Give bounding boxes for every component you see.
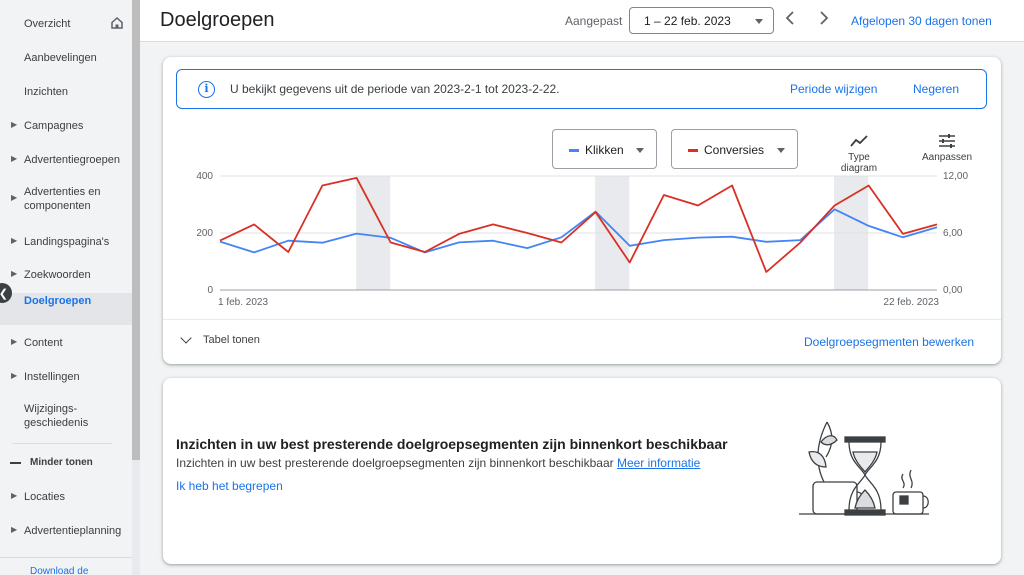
metric-select-conversions-value: Conversies <box>704 143 765 157</box>
sidebar-item[interactable]: Inzichten <box>0 82 132 102</box>
tune-icon <box>939 134 955 148</box>
date-mode-label: Aangepast <box>565 14 623 28</box>
sidebar-item[interactable]: ▶ Instellingen <box>0 367 132 387</box>
info-banner-text: U bekijkt gegevens uit de periode van 20… <box>230 82 560 96</box>
sidebar-item[interactable]: ▶ Campagnes <box>0 116 132 136</box>
metric-select-clicks-value: Klikken <box>585 143 624 157</box>
sidebar-item[interactable]: ▶ Zoekwoorden <box>0 265 132 285</box>
home-icon[interactable] <box>110 16 124 30</box>
page-header: Doelgroepen Aangepast 1 – 22 feb. 2023 A… <box>140 0 1024 42</box>
expand-arrow-icon: ▶ <box>11 371 18 380</box>
sidebar-item[interactable]: ▶ Content <box>0 333 132 353</box>
sidebar-item-label: Locaties <box>24 491 65 503</box>
date-range-value: 1 – 22 feb. 2023 <box>644 14 731 28</box>
sidebar-item-label: Landingspagina's <box>24 236 110 248</box>
sidebar-item-label: Zoekwoorden <box>24 269 91 281</box>
sidebar-item-label: Advertentieplanning <box>24 525 122 537</box>
clicks-legend-swatch <box>569 149 579 152</box>
performance-chart-card: i U bekijkt gegevens uit de periode van … <box>163 57 1001 364</box>
sidebar-divider <box>12 443 112 444</box>
page-title: Doelgroepen <box>160 9 275 31</box>
sidebar-item-label: Aanbevelingen <box>24 52 97 64</box>
sidebar-item-label: Advertenties en componenten <box>24 186 101 212</box>
sidebar-item[interactable]: ▶ Advertenties en componenten <box>0 184 132 214</box>
sidebar-item[interactable]: Aanbevelingen <box>0 48 132 68</box>
line-chart-icon <box>850 135 868 147</box>
y-left-tick-label: 200 <box>196 228 213 239</box>
sidebar-item[interactable]: ▶ Advertentiegroepen <box>0 150 132 170</box>
edit-segments-button[interactable]: Doelgroepsegmenten bewerken <box>804 335 974 349</box>
expand-arrow-icon: ▶ <box>11 525 18 534</box>
sidebar-item[interactable]: Wijzigings-geschiedenis <box>0 401 132 431</box>
chevron-right-icon <box>820 11 829 25</box>
sidebar: Overzicht Aanbevelingen Inzichten ▶ Campagne… <box>0 0 132 575</box>
hourglass-illustration <box>799 421 929 516</box>
customize-label: Aanpassen <box>921 152 973 163</box>
expand-arrow-icon: ▶ <box>11 269 18 278</box>
last-30-days-link[interactable]: Afgelopen 30 dagen tonen <box>851 14 992 28</box>
expand-arrow-icon: ▶ <box>11 154 18 163</box>
expand-arrow-icon: ▶ <box>11 491 18 500</box>
y-right-tick-label: 12,00 <box>943 171 968 182</box>
series-line-klikken <box>219 208 938 254</box>
sidebar-item-label: Doelgroepen <box>24 295 92 307</box>
y-right-tick-label: 0,00 <box>943 285 963 296</box>
y-left-tick-label: 0 <box>207 285 213 296</box>
sidebar-item-label: Inzichten <box>24 86 69 98</box>
previous-period-button[interactable] <box>785 10 795 29</box>
metric-select-conversions[interactable]: Conversies <box>671 129 798 169</box>
got-it-button[interactable]: Ik heb het begrepen <box>176 479 283 493</box>
info-icon: i <box>198 81 215 98</box>
sidebar-bottom-divider <box>0 557 132 558</box>
expand-arrow-icon: ▶ <box>11 193 18 202</box>
show-less-button[interactable]: Minder tonen <box>0 454 132 472</box>
y-left-tick-label: 400 <box>196 171 213 182</box>
ignore-button[interactable]: Negeren <box>913 82 959 96</box>
expand-arrow-icon: ▶ <box>11 120 18 129</box>
caret-down-icon <box>755 19 763 24</box>
expand-arrow-icon: ▶ <box>11 337 18 346</box>
conversions-legend-swatch <box>688 149 698 152</box>
caret-down-icon <box>636 148 644 153</box>
sidebar-item-label: Content <box>24 337 63 349</box>
customize-button[interactable]: Aanpassen <box>915 134 979 163</box>
sidebar-item-label: Overzicht <box>24 18 71 30</box>
y-right-tick-label: 6,00 <box>943 228 963 239</box>
sidebar-item-label: Wijzigings-geschiedenis <box>24 403 89 429</box>
sidebar-item-label: Instellingen <box>24 371 80 383</box>
sidebar-item-label: Campagnes <box>24 120 84 132</box>
chevron-down-icon <box>180 332 192 344</box>
expand-arrow-icon: ▶ <box>11 236 18 245</box>
insight-card: Inzichten in uw best presterende doelgro… <box>163 378 1001 564</box>
sidebar-item-label: Advertentiegroepen <box>24 154 121 166</box>
chevron-left-icon <box>785 11 794 25</box>
minus-icon <box>10 462 21 464</box>
show-table-toggle[interactable]: Tabel tonen <box>179 332 260 346</box>
metric-select-clicks[interactable]: Klikken <box>552 129 657 169</box>
download-link[interactable]: Download de <box>30 566 88 575</box>
sidebar-item[interactable]: ▶ Advertentieplanning <box>0 521 132 541</box>
sidebar-item[interactable]: ▶ Landingspagina's <box>0 232 132 252</box>
chevron-left-icon: ❮ <box>0 287 8 300</box>
date-range-picker[interactable]: 1 – 22 feb. 2023 <box>629 7 774 34</box>
caret-down-icon <box>777 148 785 153</box>
insight-heading: Inzichten in uw best presterende doelgro… <box>176 436 728 452</box>
next-period-button[interactable] <box>819 10 829 29</box>
show-less-label: Minder tonen <box>30 457 93 468</box>
sidebar-scrollbar-thumb[interactable] <box>132 0 140 460</box>
x-tick-label-start: 1 feb. 2023 <box>218 297 268 308</box>
line-chart: 400 200 0 12,00 6,00 0,00 1 feb. 2023 22 feb. 2… <box>196 171 968 308</box>
sidebar-item[interactable]: ▶ Locaties <box>0 487 132 507</box>
change-period-button[interactable]: Periode wijzigen <box>790 82 877 96</box>
chart-divider <box>163 319 1001 320</box>
x-tick-label-end: 22 feb. 2023 <box>883 297 939 308</box>
insight-body: Inzichten in uw best presterende doelgro… <box>176 456 700 470</box>
learn-more-link[interactable]: Meer informatie <box>617 456 700 470</box>
insight-body-text: Inzichten in uw best presterende doelgro… <box>176 456 614 470</box>
sidebar-item[interactable]: Doelgroepen <box>0 293 132 325</box>
show-table-label: Tabel tonen <box>203 334 260 346</box>
info-banner: i U bekijkt gegevens uit de periode van … <box>176 69 987 109</box>
